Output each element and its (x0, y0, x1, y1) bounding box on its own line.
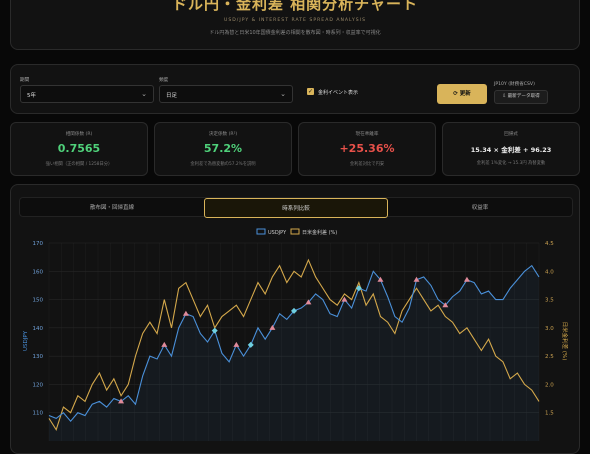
stats-cards: 相関係数 (R) 0.7565 強い相関（正の相関 / 1258日分） 決定係数… (10, 122, 580, 176)
timeseries-chart: 110 120 130 140 150 160 170 1.5 2.0 2.5 3.0 3.5 4.0 4… (23, 228, 569, 441)
event-marker-up (463, 276, 470, 282)
y-tick-left: 160 (33, 269, 44, 275)
stat-card-deviation: 現在乖離率 +25.36% 金利差対比で円安 (298, 122, 436, 176)
stat-card-correlation: 相関係数 (R) 0.7565 強い相関（正の相関 / 1258日分） (10, 122, 148, 176)
tab-timeseries[interactable]: 時系列比較 (204, 198, 388, 218)
y-tick-right: 3.0 (545, 326, 554, 332)
chevron-down-icon: ⌄ (280, 90, 286, 98)
period-select[interactable]: 5年 ⌄ (20, 85, 154, 103)
legend-label-spread: 日米金利差 (%) (302, 229, 337, 236)
page-title: ドル円・金利差 相関分析チャート (171, 0, 419, 13)
chart-legend: USDJPY 日米金利差 (%) (256, 228, 337, 236)
y-tick-right: 4.5 (545, 241, 554, 247)
y-axis-label-right: 日米金利差 (%) (561, 322, 569, 361)
y-tick-left: 130 (33, 354, 44, 360)
update-button[interactable]: ⟳ 更新 (437, 84, 487, 104)
tab-scatter[interactable]: 散布図・回帰直線 (20, 198, 204, 218)
refresh-icon: ⟳ (453, 91, 458, 97)
y-tick-right: 3.5 (545, 298, 554, 304)
stat-card-value: 57.2% (203, 142, 243, 155)
csv-label: JP10Y (財務省CSV) (494, 82, 535, 87)
header: ドル円・金利差 相関分析チャート USD/JPY & INTEREST RATE… (10, 0, 580, 50)
freq-select-value: 日足 (166, 93, 178, 99)
y-tick-right: 1.5 (545, 411, 554, 417)
stat-card-sub: 金利差で為替変動の57.2%を説明 (190, 162, 256, 167)
fetch-button-label: 最新データ取得 (507, 94, 540, 99)
stat-card-sub: 金利差対比で円安 (349, 162, 385, 167)
page-description: ドル円為替と日米10年国債金利差の相関を散布図・時系列・収益率で可視化 (209, 30, 381, 36)
stat-card-sub: 強い相関（正の相関 / 1258日分） (45, 162, 113, 167)
stat-card-title: 相関係数 (R) (65, 132, 93, 137)
update-button-label: 更新 (459, 91, 471, 97)
page-subtitle: USD/JPY & INTEREST RATE SPREAD ANALYSIS (223, 18, 366, 23)
y-tick-left: 110 (33, 411, 44, 417)
y-tick-right: 2.5 (545, 354, 554, 360)
event-marker-up (161, 341, 168, 347)
stat-card-value: 15.34 × 金利差 + 96.23 (470, 146, 552, 154)
stat-card-regression: 回帰式 15.34 × 金利差 + 96.23 金利差 1%変化 → 15.3円… (442, 122, 580, 176)
y-tick-left: 170 (33, 241, 44, 247)
legend-swatch-usdjpy (256, 228, 266, 235)
stat-card-title: 回帰式 (504, 132, 518, 137)
event-marker-down (211, 327, 218, 334)
y-tick-left: 150 (33, 298, 44, 304)
event-checkbox[interactable]: ✓ (307, 88, 314, 95)
period-label: 期間 (20, 78, 30, 83)
event-checkbox-label: 金利イベント表示 (318, 90, 359, 96)
stat-card-title: 現在乖離率 (355, 132, 379, 137)
download-icon: ⇩ (502, 94, 507, 99)
freq-select[interactable]: 日足 ⌄ (159, 85, 293, 103)
period-select-value: 5年 (27, 93, 36, 99)
stat-card-value: +25.36% (339, 142, 395, 155)
stat-card-title: 決定係数 (R²) (208, 132, 238, 137)
y-tick-left: 140 (33, 326, 44, 332)
tab-returns[interactable]: 収益率 (388, 198, 572, 218)
stat-card-value: 0.7565 (57, 142, 101, 155)
legend-swatch-spread (290, 228, 300, 235)
y-tick-right: 4.0 (545, 269, 554, 275)
stat-card-r2: 決定係数 (R²) 57.2% 金利差で為替変動の57.2%を説明 (154, 122, 292, 176)
controls-panel: 期間 5年 ⌄ 頻度 日足 ⌄ ✓ 金利イベント表示 ⟳ 更新 JP10Y (財… (10, 64, 580, 114)
fetch-data-button[interactable]: ⇩ 最新データ取得 (494, 90, 548, 104)
legend-label-usdjpy: USDJPY (268, 230, 287, 236)
event-marker-up (233, 341, 240, 347)
chevron-down-icon: ⌄ (141, 90, 147, 98)
stat-card-sub: 金利差 1%変化 → 15.3円 為替変動 (476, 161, 546, 166)
y-tick-left: 120 (33, 382, 44, 388)
freq-label: 頻度 (159, 78, 169, 83)
chart-tabs: 散布図・回帰直線 時系列比較 収益率 (19, 197, 573, 218)
y-tick-right: 2.0 (545, 382, 554, 388)
chart-panel: 散布図・回帰直線 時系列比較 収益率 110 120 130 140 150 160 170… (10, 184, 580, 454)
y-axis-label-left: USDJPY (23, 330, 29, 351)
